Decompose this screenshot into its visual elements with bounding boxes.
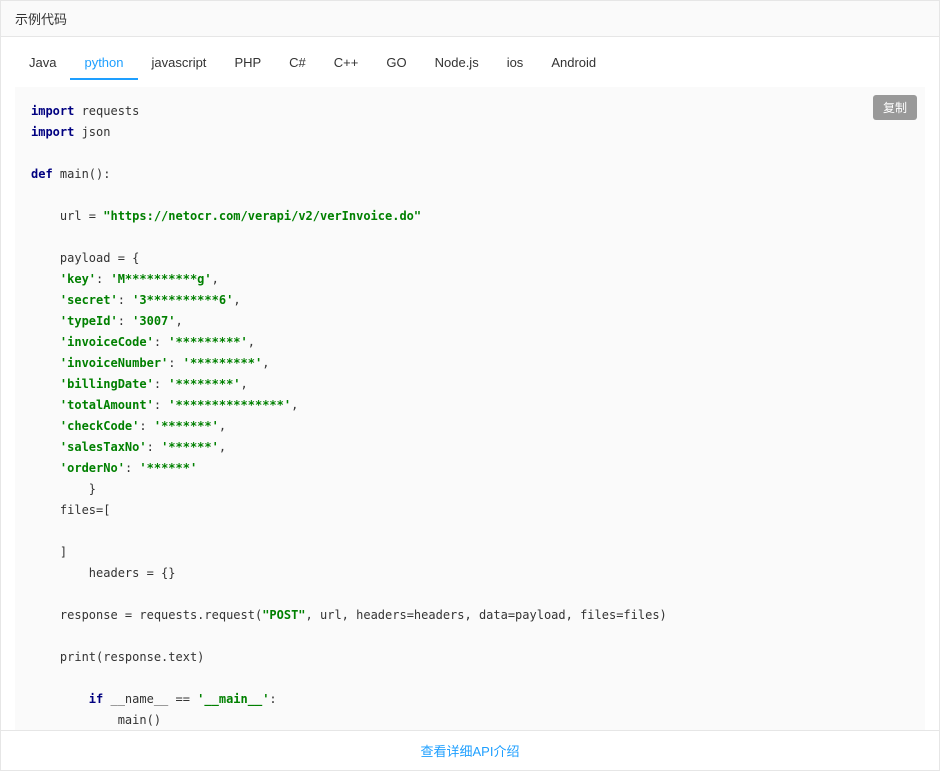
code-area: 复制 import requests import json def main(… (15, 87, 925, 730)
tab-csharp[interactable]: C# (275, 47, 320, 80)
tab-javascript[interactable]: javascript (138, 47, 221, 80)
copy-button[interactable]: 复制 (873, 95, 917, 120)
tab-java[interactable]: Java (15, 47, 70, 80)
code-block: import requests import json def main(): … (31, 101, 909, 730)
tab-php[interactable]: PHP (220, 47, 275, 80)
card-title: 示例代码 (1, 1, 939, 37)
language-tabs: Java python javascript PHP C# C++ GO Nod… (15, 47, 925, 81)
example-code-card: 示例代码 Java python javascript PHP C# C++ G… (0, 0, 940, 771)
footer: 查看详细API介绍 (1, 730, 939, 770)
card-body: Java python javascript PHP C# C++ GO Nod… (1, 37, 939, 730)
tab-go[interactable]: GO (372, 47, 420, 80)
tab-nodejs[interactable]: Node.js (421, 47, 493, 80)
api-detail-link[interactable]: 查看详细API介绍 (421, 744, 520, 759)
tab-cpp[interactable]: C++ (320, 47, 373, 80)
tab-android[interactable]: Android (537, 47, 610, 80)
tab-ios[interactable]: ios (493, 47, 538, 80)
tab-python[interactable]: python (70, 47, 137, 80)
